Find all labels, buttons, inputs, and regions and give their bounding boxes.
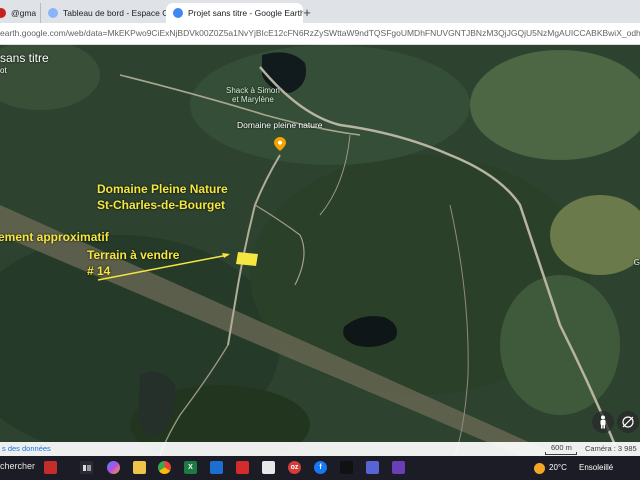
vpn-icon[interactable] (366, 461, 379, 474)
facebook-icon[interactable]: f (314, 461, 327, 474)
tab-tableau-de-bord[interactable]: Tableau de bord - Espace Centr × (40, 3, 169, 23)
chrome-icon[interactable] (158, 461, 171, 474)
pegman-icon[interactable] (592, 411, 614, 433)
compass-icon[interactable] (617, 411, 639, 433)
new-tab-button[interactable]: + (298, 3, 316, 21)
placemark-label-domaine[interactable]: Domaine pleine nature (237, 120, 323, 130)
tab-gmail[interactable]: @gma × (0, 3, 36, 23)
map-pin-icon[interactable] (274, 137, 286, 151)
weather-sun-icon (534, 463, 545, 474)
annotation-domaine-title: Domaine Pleine Nature (97, 182, 228, 196)
tvplus-icon[interactable] (340, 461, 353, 474)
annotation-terrain: Terrain à vendre (87, 248, 180, 262)
file-explorer-icon[interactable] (133, 461, 146, 474)
shack-label-line1: Shack à Simon (226, 86, 280, 95)
google-earth-favicon-icon (173, 8, 183, 18)
satellite-map[interactable]: sans titre ot Shack à Simon et Marylène … (0, 45, 640, 456)
weather-temperature[interactable]: 20°C (549, 463, 567, 472)
scale-label: 600 m (551, 443, 572, 452)
project-subtitle: ot (0, 66, 7, 75)
placemark-label-edge: G (633, 258, 640, 267)
annotation-lot-number: # 14 (87, 264, 111, 278)
tiles-app-icon[interactable] (262, 461, 275, 474)
placemark-label-shack[interactable]: Shack à Simon et Marylène (226, 86, 280, 104)
tab-google-earth[interactable]: Projet sans titre - Google Earth × (166, 3, 303, 23)
tab-title: Projet sans titre - Google Earth (188, 8, 303, 18)
task-view-icon[interactable] (80, 461, 93, 474)
shack-label-line2: et Marylène (232, 95, 274, 104)
site-favicon-icon (48, 8, 58, 18)
windows-taskbar: chercher X oz f 20°C Ensoleillé (0, 456, 640, 480)
oz-app-icon[interactable]: oz (288, 461, 301, 474)
browser-tab-bar: @gma × Tableau de bord - Espace Centr × … (0, 0, 640, 24)
excel-icon[interactable]: X (184, 461, 197, 474)
annotation-domaine-location: St-Charles-de-Bourget (97, 198, 226, 212)
tab-title: Tableau de bord - Espace Centr (63, 8, 169, 18)
map-status-bar: s des données 600 m Caméra : 3 985 m (0, 442, 640, 462)
url-field[interactable]: earth.google.com/web/data=MkEKPwo9CiExNj… (0, 26, 640, 41)
tab-title: @gma (11, 8, 36, 18)
address-bar: earth.google.com/web/data=MkEKPwo9CiExNj… (0, 23, 640, 45)
scale-bar (545, 452, 577, 455)
canada-leaf-icon[interactable] (236, 461, 249, 474)
copilot-icon[interactable] (107, 461, 120, 474)
gmail-favicon-icon (0, 8, 6, 18)
project-title[interactable]: sans titre (0, 51, 49, 65)
game-app-icon[interactable] (392, 461, 405, 474)
weather-description[interactable]: Ensoleillé (579, 463, 613, 472)
data-attribution-link[interactable]: s des données (2, 444, 51, 453)
news-app-icon[interactable] (44, 461, 57, 474)
mail-icon[interactable] (210, 461, 223, 474)
annotation-emplacement: ement approximatif (0, 230, 109, 244)
taskbar-search[interactable]: chercher (0, 461, 35, 471)
